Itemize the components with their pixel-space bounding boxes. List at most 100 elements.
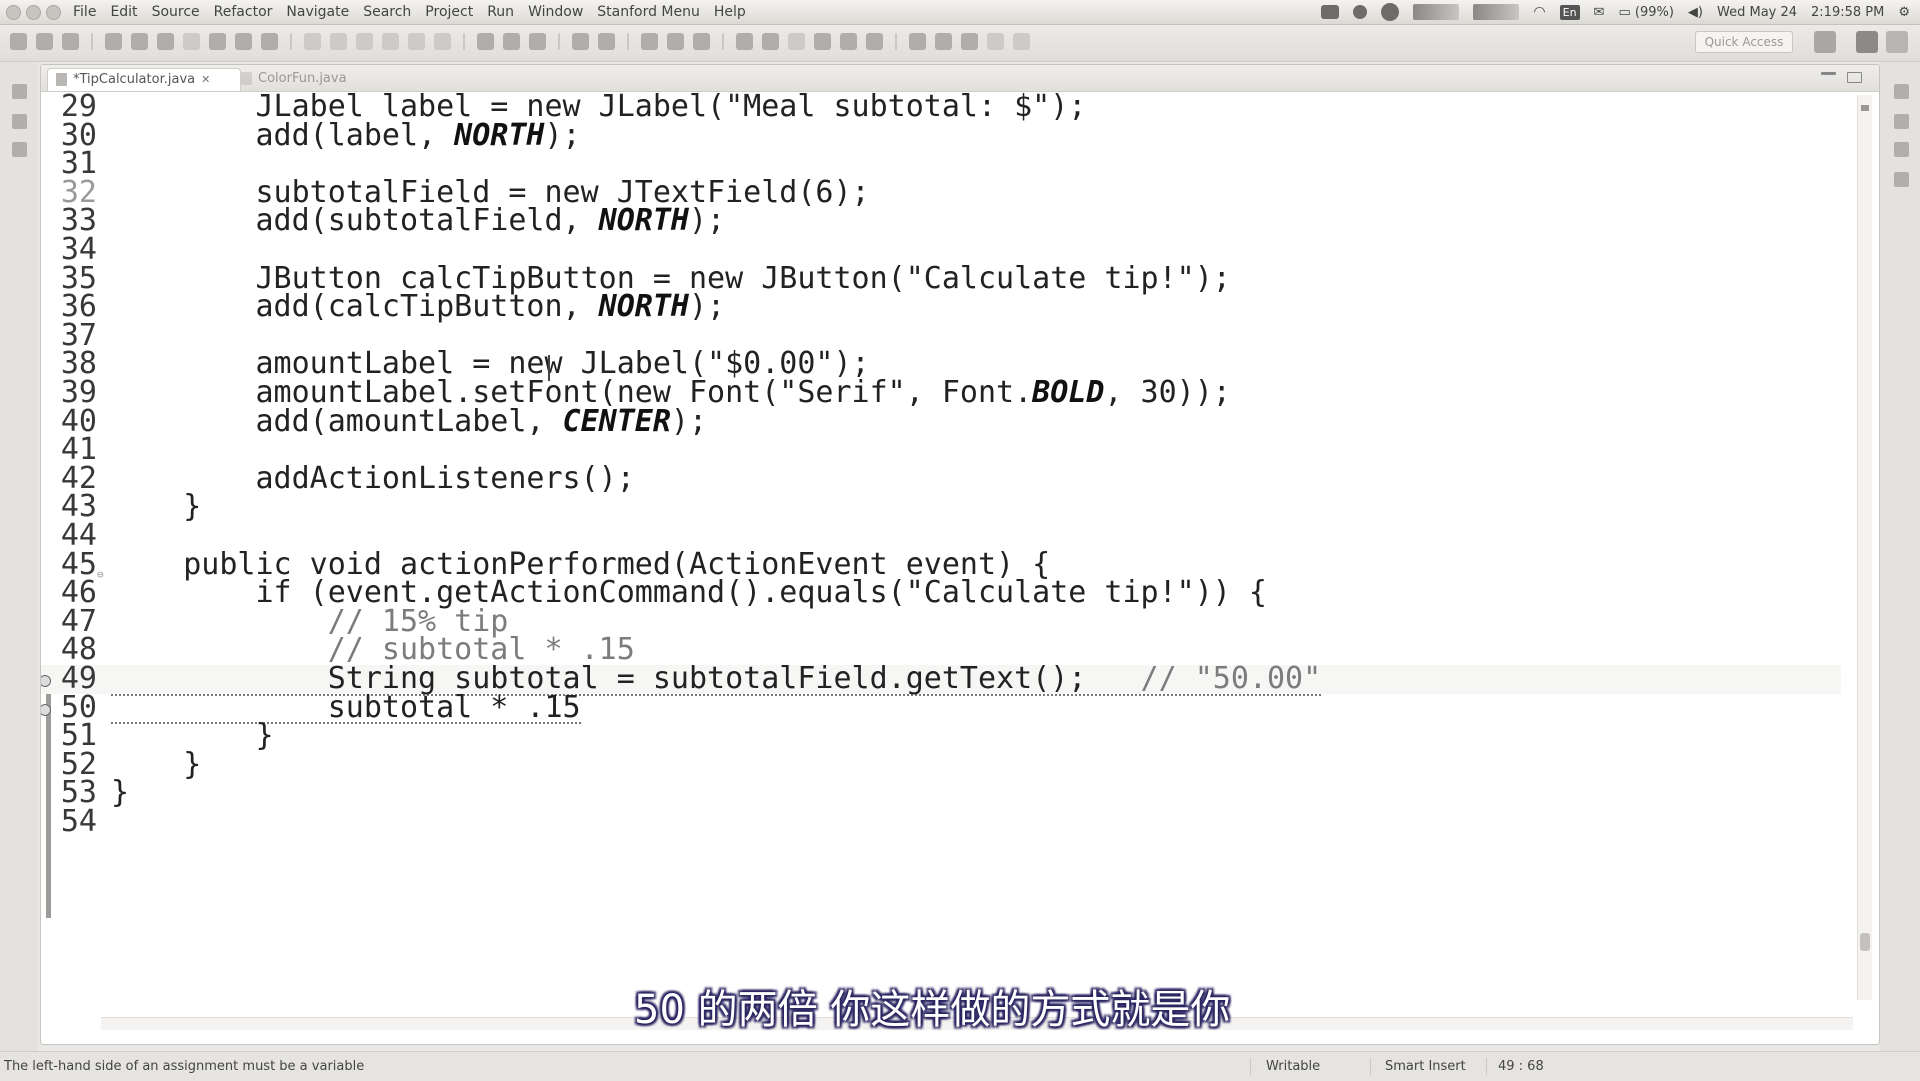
forward-icon[interactable] <box>1013 33 1030 50</box>
left-trim-bar <box>0 62 38 1052</box>
open-perspective-icon[interactable] <box>1814 31 1836 53</box>
outline-icon[interactable] <box>1894 142 1909 157</box>
close-window-icon[interactable] <box>6 4 21 20</box>
new-java-project-icon[interactable] <box>572 33 589 50</box>
do-not-disturb-icon[interactable] <box>1381 3 1400 21</box>
date-label[interactable]: Wed May 24 <box>1717 5 1797 20</box>
menu-stanford[interactable]: Stanford Menu <box>597 4 700 20</box>
volume-icon[interactable]: ◀) <box>1688 5 1703 20</box>
close-tab-icon[interactable]: ✕ <box>201 73 210 86</box>
suspend-icon[interactable] <box>408 33 425 50</box>
debug-perspective-icon[interactable] <box>1886 31 1908 53</box>
code-text: add(subtotalField, NORTH); <box>111 203 726 239</box>
console-icon[interactable] <box>1894 114 1909 129</box>
toggle-breakpoint-icon[interactable] <box>304 33 321 50</box>
coverage-icon[interactable] <box>529 33 546 50</box>
highlight-icon[interactable] <box>762 33 779 50</box>
sync-icon[interactable] <box>1353 5 1368 19</box>
menu-refactor[interactable]: Refactor <box>214 4 273 20</box>
back-icon[interactable] <box>987 33 1004 50</box>
minimize-editor-icon[interactable] <box>1821 72 1836 75</box>
quick-access-field[interactable]: Quick Access <box>1695 31 1793 53</box>
new-package-icon[interactable] <box>598 33 615 50</box>
restore-panel-icon[interactable] <box>1894 84 1909 99</box>
toggle-mark-icon[interactable] <box>788 33 805 50</box>
code-line[interactable]: 33 add(subtotalField, NORTH); <box>41 203 1841 239</box>
code-text: add(label, NORTH); <box>111 117 581 153</box>
tab-colorfun[interactable]: ColorFun.java <box>233 68 355 90</box>
open-task-icon[interactable] <box>641 33 658 50</box>
wifi-icon[interactable]: ◠ <box>1533 4 1545 20</box>
package-explorer-icon[interactable] <box>12 114 27 129</box>
save-all-icon[interactable] <box>62 33 79 50</box>
whitespace-icon[interactable] <box>840 33 857 50</box>
code-line[interactable]: 51 } <box>41 721 1841 751</box>
last-edit-icon[interactable] <box>961 33 978 50</box>
camera-icon[interactable] <box>1321 5 1340 19</box>
block-selection-icon[interactable] <box>814 33 831 50</box>
save-icon[interactable] <box>36 33 53 50</box>
battery-indicator[interactable]: ▭ (99%) <box>1618 5 1673 20</box>
restore-view-icon[interactable] <box>12 84 27 99</box>
deploy-icon[interactable] <box>261 33 278 50</box>
build-icon[interactable] <box>157 33 174 50</box>
menu-edit[interactable]: Edit <box>110 4 137 20</box>
code-area[interactable]: 29 JLabel label = new JLabel("Meal subto… <box>41 92 1879 1013</box>
maximize-editor-icon[interactable] <box>1847 72 1862 83</box>
clock-label[interactable]: 2:19:58 PM <box>1811 5 1884 20</box>
maximize-window-icon[interactable] <box>46 4 61 20</box>
pen-icon[interactable] <box>693 33 710 50</box>
code-line[interactable]: 52 } <box>41 750 1841 780</box>
terminal-icon[interactable] <box>105 33 122 50</box>
debug-icon[interactable] <box>183 33 200 50</box>
mail-icon[interactable]: ✉ <box>1594 5 1605 20</box>
code-line[interactable]: 36 add(calcTipButton, NORTH); <box>41 292 1841 322</box>
resume-icon[interactable] <box>382 33 399 50</box>
menu-file[interactable]: File <box>73 4 96 20</box>
tab-tipcalculator[interactable]: *TipCalculator.java ✕ <box>47 68 241 91</box>
task-list-icon[interactable] <box>1894 172 1909 187</box>
code-editor: *TipCalculator.java ✕ ColorFun.java 29 JL… <box>40 64 1880 1045</box>
menu-help[interactable]: Help <box>714 4 746 20</box>
vertical-scrollbar[interactable] <box>1857 95 1872 1000</box>
insert-mode-status[interactable]: Smart Insert <box>1385 1059 1466 1074</box>
junit-icon[interactable] <box>12 142 27 157</box>
keyboard-layout-indicator[interactable]: En <box>1559 4 1580 20</box>
java-perspective-icon[interactable] <box>1856 31 1878 53</box>
minimize-window-icon[interactable] <box>26 4 41 20</box>
debug-run-icon[interactable] <box>477 33 494 50</box>
run-icon[interactable] <box>503 33 520 50</box>
menu-window[interactable]: Window <box>528 4 583 20</box>
new-file-icon[interactable] <box>10 33 27 50</box>
step-icon[interactable] <box>356 33 373 50</box>
code-line[interactable]: 53} <box>41 778 1841 808</box>
battery-icon: ▭ <box>1618 4 1635 20</box>
skip-breakpoints-icon[interactable] <box>330 33 347 50</box>
code-line[interactable]: 54 <box>41 807 1841 837</box>
menu-project[interactable]: Project <box>425 4 473 20</box>
settings-gear-icon[interactable]: ⚙ <box>1898 5 1910 20</box>
pin-icon[interactable] <box>736 33 753 50</box>
code-line[interactable]: 42 addActionListeners(); <box>41 464 1841 494</box>
vertical-scroll-thumb[interactable] <box>1860 933 1870 951</box>
code-line[interactable]: 40 add(amountLabel, CENTER); <box>41 406 1841 437</box>
menu-run[interactable]: Run <box>487 4 514 20</box>
menu-search[interactable]: Search <box>363 4 411 20</box>
status-message: The left-hand side of an assignment must… <box>4 1059 365 1074</box>
code-line[interactable]: 30 add(label, NORTH); <box>41 117 1841 153</box>
previous-annotation-icon[interactable] <box>935 33 952 50</box>
menu-source[interactable]: Source <box>152 4 200 20</box>
next-annotation-icon[interactable] <box>909 33 926 50</box>
overview-ruler-marker[interactable] <box>1861 105 1869 111</box>
run-config-icon[interactable] <box>209 33 226 50</box>
show-whitespace-icon[interactable] <box>866 33 883 50</box>
open-type-icon[interactable] <box>131 33 148 50</box>
run-as-icon[interactable] <box>235 33 252 50</box>
code-line[interactable]: 50 subtotal * .15 <box>41 692 1841 725</box>
search-toolbar-icon[interactable] <box>667 33 684 50</box>
terminate-icon[interactable] <box>434 33 451 50</box>
code-line[interactable]: 43 } <box>41 492 1841 522</box>
error-marker-icon[interactable] <box>41 703 51 716</box>
cursor-position-status: 49 : 68 <box>1498 1059 1544 1074</box>
menu-navigate[interactable]: Navigate <box>286 4 349 20</box>
